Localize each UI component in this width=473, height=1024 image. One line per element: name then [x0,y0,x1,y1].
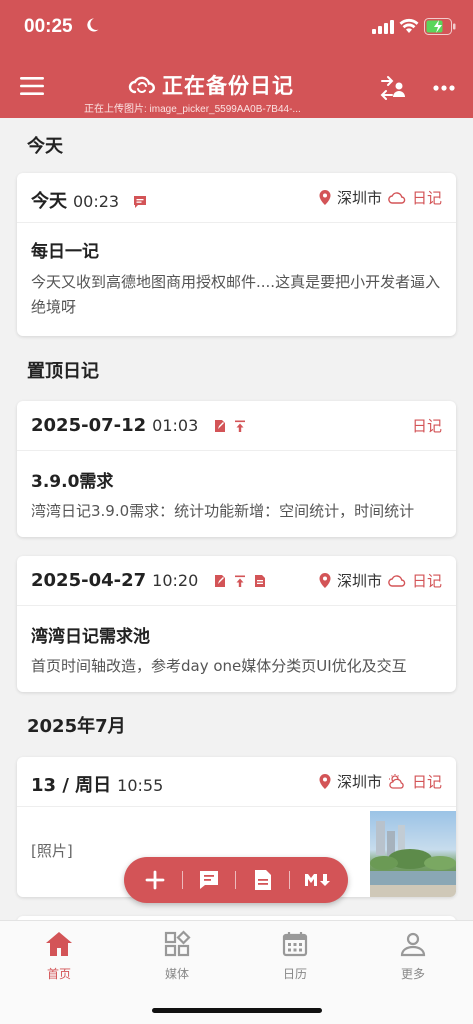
tab-media[interactable]: 媒体 [137,929,217,982]
calendar-icon [282,932,308,957]
new-document-button[interactable] [247,864,279,896]
media-grid-icon [164,930,191,957]
add-entry-button[interactable] [139,864,171,896]
entry-date: 2025-04-27 [31,570,147,591]
entry-tag: 日记 [411,417,442,435]
cloudy-weather-icon [388,575,406,587]
chat-note-icon [200,871,219,889]
document-icon [254,870,271,890]
diary-timeline[interactable]: 今天 今天 00:23 深圳市 日记 每日一记 今天又收到高德地图商用授权邮件..… [0,118,473,920]
section-title-today: 今天 [27,136,63,157]
entry-location: 深圳市 [336,572,382,590]
location-pin-icon [319,774,331,789]
entry-excerpt: 今天又收到高德地图商用授权邮件....这真是要把小开发者逼入绝境呀 [31,273,441,316]
upload-status-text: 正在上传图片: image_picker_5599AA0B-7B44-... [84,104,301,115]
markdown-icon [304,874,330,886]
cellular-signal-icon [372,20,394,34]
pin-top-icon [234,420,245,432]
tab-more[interactable]: 更多 [373,929,453,982]
city-park-photo [370,821,456,897]
tab-calendar[interactable]: 日历 [255,929,335,982]
location-pin-icon [319,573,331,588]
entry-excerpt: 湾湾日记3.9.0需求：统计功能新增：空间统计，时间统计 [31,502,415,520]
entry-title: 湾湾日记需求池 [31,627,150,647]
status-bar: 00:25 [0,0,473,54]
entry-time: 01:03 [152,416,199,435]
markdown-button[interactable] [301,864,333,896]
entry-location: 深圳市 [336,773,382,791]
status-time: 00:25 [24,16,73,37]
note-comment-icon [134,196,147,208]
cloud-sync-icon [128,76,155,94]
location-pin-icon [319,190,331,205]
tab-label: 更多 [400,967,425,981]
tab-label: 日历 [282,967,307,981]
cloudy-weather-icon [388,192,406,204]
entry-title: 每日一记 [31,242,99,262]
home-indicator [152,1008,322,1013]
entry-excerpt: 首页时间轴改造，参考day one媒体分类页UI优化及交互 [31,657,407,675]
divider [289,871,291,889]
page-title: 正在备份日记 [162,74,294,98]
entry-time: 10:20 [152,571,199,590]
entry-tag: 日记 [411,773,442,791]
divider [235,871,237,889]
person-icon [400,932,426,957]
section-title-month: 2025年7月 [27,716,126,737]
document-icon [254,575,265,587]
edit-note-icon [214,420,225,432]
diary-card[interactable]: 2025-04-27 10:20 深圳市 日记 湾湾日记需求池 首页时间轴改造，参… [17,556,456,692]
pin-top-icon [234,575,245,587]
edit-note-icon [214,575,225,587]
title-group: 正在备份日记 [128,70,294,100]
tab-label: 媒体 [164,967,189,981]
tab-home[interactable]: 首页 [19,929,99,982]
menu-icon[interactable] [20,75,44,97]
new-note-button[interactable] [193,864,225,896]
app-header: 00:25 正在备份日记 正在上传图片: image_picker_5599AA… [0,0,473,118]
more-icon[interactable] [432,84,456,92]
card-header: 13 / 周日 10:55 深圳市 日记 [17,757,456,807]
entry-time: 00:23 [73,192,120,211]
entry-date: 2025-07-12 [31,415,147,436]
moon-icon [87,18,99,32]
diary-card[interactable]: 2025-07-12 01:03 日记 3.9.0需求 湾湾日记3.9.0需求：统… [17,401,456,537]
card-header: 今天 00:23 深圳市 日记 [17,173,456,223]
switch-account-icon[interactable] [378,75,406,101]
battery-charging-icon [424,18,456,35]
entry-tag: 日记 [411,189,442,207]
home-icon [46,932,72,956]
entry-photo-thumbnail[interactable] [370,811,456,897]
add-icon [145,870,165,890]
card-header: 2025-07-12 01:03 日记 [17,401,456,451]
diary-card[interactable]: 今天 00:23 深圳市 日记 每日一记 今天又收到高德地图商用授权邮件....这… [17,173,456,336]
entry-date: 今天 [31,191,67,212]
entry-tag: 日记 [411,572,442,590]
wifi-icon [399,18,419,33]
entry-location: 深圳市 [336,189,382,207]
section-title-pinned: 置顶日记 [27,361,99,382]
nav-bar: 正在备份日记 正在上传图片: image_picker_5599AA0B-7B4… [0,58,473,118]
entry-title: 3.9.0需求 [31,472,114,492]
divider [181,871,183,889]
card-header: 2025-04-27 10:20 深圳市 日记 [17,556,456,606]
quick-action-bar [124,857,348,903]
partly-sunny-icon [388,774,404,789]
tab-label: 首页 [46,967,71,981]
entry-date: 13 / 周日 [31,775,112,796]
entry-time: 10:55 [117,776,164,795]
